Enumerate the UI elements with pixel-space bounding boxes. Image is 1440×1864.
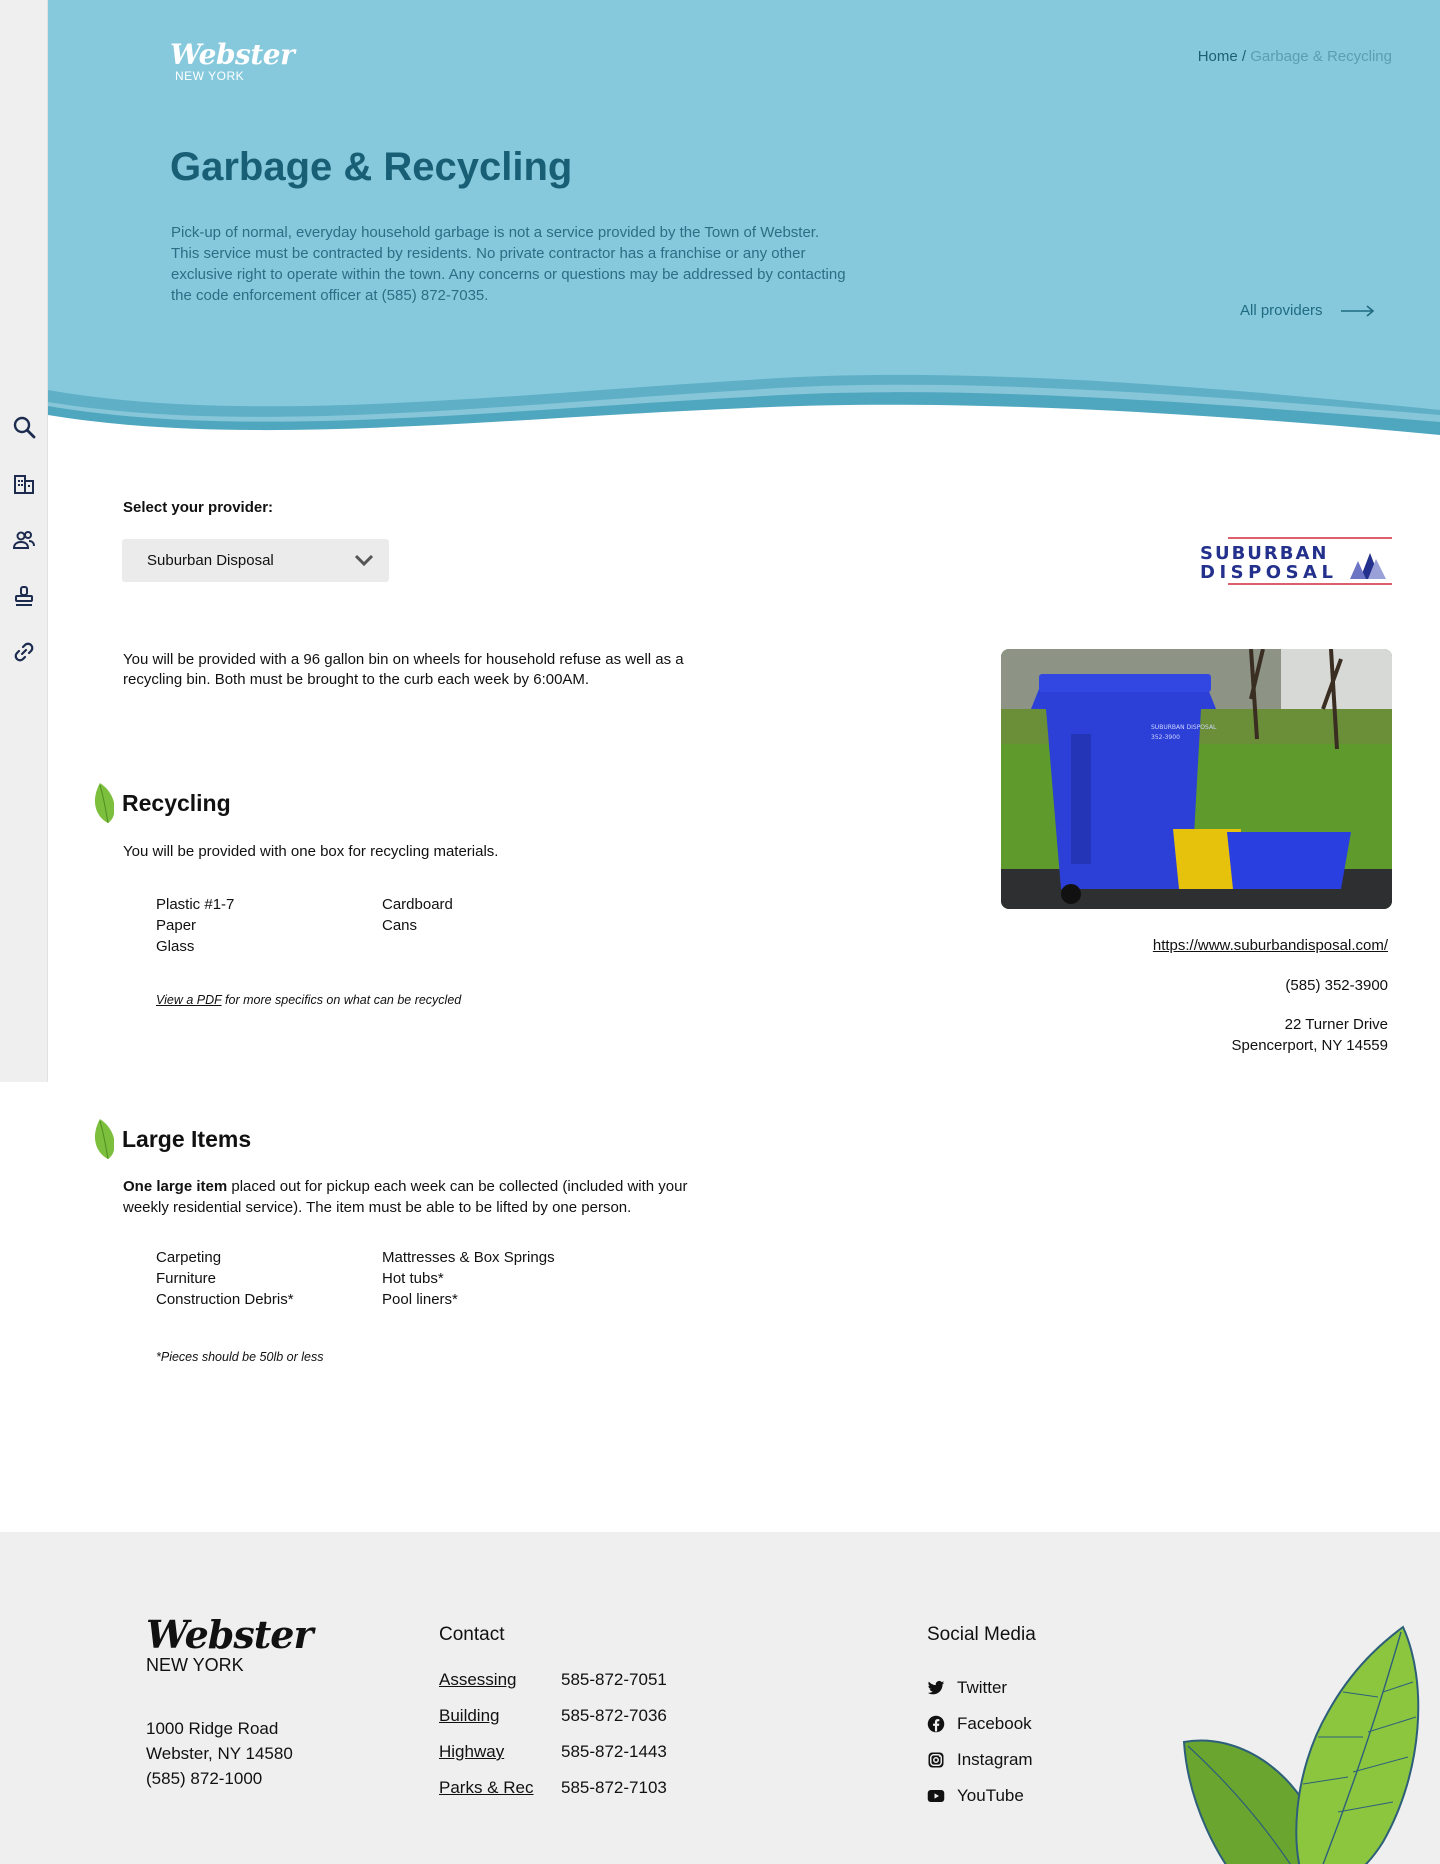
footer-logo-script: Webster [146,1612,313,1657]
list-item: Plastic #1-7 [156,896,235,913]
provider-address: 22 Turner Drive Spencerport, NY 14559 [1232,1014,1389,1056]
provider-logo-line2: DISPOSAL [1200,562,1337,583]
contact-highway-link[interactable]: Highway [439,1742,561,1778]
large-items-title: Large Items [122,1126,252,1152]
footer-address-line2: Webster, NY 14580 [146,1744,293,1763]
footer-logo-sub: NEW YORK [146,1655,244,1675]
footer-address-line1: 1000 Ridge Road [146,1719,279,1738]
contact-parks-phone: 585-872-7103 [561,1778,667,1797]
hero-banner: Webster NEW YORK Home / Garbage & Recycl… [48,0,1440,440]
footer-social-list: Twitter Facebook Instagram YouTube [927,1670,1033,1814]
recycling-items: Plastic #1-7 Cardboard Paper Cans Glass [156,896,576,959]
list-item: Paper [156,917,197,934]
large-items-list: Carpeting Mattresses & Box Springs Furni… [156,1249,576,1312]
list-item: Glass [156,938,195,955]
list-item [382,938,576,959]
recycling-title: Recycling [122,790,231,816]
contact-assessing-link[interactable]: Assessing [439,1670,561,1706]
social-instagram-label: Instagram [957,1750,1033,1769]
search-icon[interactable] [10,413,38,441]
twitter-icon [927,1680,945,1695]
recycling-text: You will be provided with one box for re… [123,843,499,860]
stamp-icon[interactable] [10,582,38,610]
breadcrumb: Home / Garbage & Recycling [1198,48,1392,65]
building-icon[interactable] [10,470,38,498]
large-items-text: One large item placed out for pickup eac… [123,1176,723,1218]
all-providers-label: All providers [1240,302,1323,319]
all-providers-link[interactable]: All providers [1240,302,1375,319]
list-item: Furniture [156,1270,217,1287]
side-rail [0,0,48,1082]
breadcrumb-current: Garbage & Recycling [1250,48,1392,65]
view-pdf-link[interactable]: View a PDF [156,993,222,1007]
contact-highway-phone: 585-872-1443 [561,1742,667,1761]
instagram-icon [928,1752,944,1768]
social-facebook-link[interactable]: Facebook [927,1706,1033,1742]
list-item: Carpeting [156,1249,222,1266]
social-youtube-label: YouTube [957,1786,1024,1805]
logo-script: Webster [170,38,295,71]
people-icon[interactable] [10,526,38,554]
list-item: Construction Debris* [156,1291,294,1308]
footer-logo[interactable]: Webster NEW YORK [146,1612,313,1676]
provider-website-link[interactable]: https://www.suburbandisposal.com/ [1153,937,1388,954]
list-item: Hot tubs* [382,1270,444,1287]
contact-assessing-phone: 585-872-7051 [561,1670,667,1689]
logo-sub: NEW YORK [175,69,245,83]
arrow-right-icon [1340,304,1374,317]
list-item: Cans [382,917,418,934]
contact-parks-link[interactable]: Parks & Rec [439,1778,561,1814]
social-facebook-label: Facebook [957,1714,1032,1733]
provider-phone: (585) 352-3900 [1285,977,1388,994]
photo-bin-text: SUBURBAN DISPOSAL [1151,724,1217,731]
provider-bins-photo: SUBURBAN DISPOSAL 352-3900 [1001,649,1392,909]
youtube-icon [927,1790,945,1802]
leaf-icon [94,783,114,823]
chevron-down-icon [354,554,374,567]
contact-building-phone: 585-872-7036 [561,1706,667,1725]
provider-select-label: Select your provider: [123,499,274,516]
social-twitter-label: Twitter [957,1678,1008,1697]
leaf-icon [94,1119,114,1159]
social-twitter-link[interactable]: Twitter [927,1670,1033,1706]
list-item: Mattresses & Box Springs [382,1249,555,1266]
footer-contact-list: Assessing 585-872-7051 Building 585-872-… [439,1670,667,1814]
decorative-leaves [1182,1625,1420,1864]
contact-building-link[interactable]: Building [439,1706,561,1742]
provider-address-line1: 22 Turner Drive [1284,1016,1388,1033]
provider-description: You will be provided with a 96 gallon bi… [123,651,684,688]
breadcrumb-separator: / [1237,48,1251,65]
list-item: Pool liners* [382,1291,458,1308]
large-items-note: *Pieces should be 50lb or less [156,1350,324,1364]
provider-logo: SUBURBAN DISPOSAL [1200,537,1392,585]
facebook-icon [927,1715,945,1733]
breadcrumb-home[interactable]: Home [1198,48,1238,65]
provider-logo-line1: SUBURBAN [1200,543,1329,564]
recycling-pdf-note: View a PDF for more specifics on what ca… [156,993,461,1007]
page-title: Garbage & Recycling [170,145,573,189]
footer-social-heading: Social Media [927,1624,1036,1645]
pdf-note-rest: for more specifics on what can be recycl… [221,993,462,1007]
large-items-bold: One large item [123,1178,228,1195]
social-instagram-link[interactable]: Instagram [927,1742,1033,1778]
link-icon[interactable] [10,638,38,666]
footer-contact-heading: Contact [439,1624,505,1645]
site-footer: Webster NEW YORK 1000 Ridge Road Webster… [0,1532,1440,1864]
social-youtube-link[interactable]: YouTube [927,1778,1033,1814]
provider-address-line2: Spencerport, NY 14559 [1231,1037,1389,1054]
provider-select-value: Suburban Disposal [147,552,274,569]
provider-select[interactable]: Suburban Disposal [122,539,389,582]
footer-address: 1000 Ridge Road Webster, NY 14580 (585) … [146,1716,293,1791]
intro-text: Pick-up of normal, everyday household ga… [171,224,846,304]
site-logo[interactable]: Webster NEW YORK [170,38,295,83]
hero-wave [48,374,1440,440]
list-item: Cardboard [382,896,453,913]
photo-bin-phone: 352-3900 [1151,734,1180,741]
footer-phone: (585) 872-1000 [146,1769,263,1788]
